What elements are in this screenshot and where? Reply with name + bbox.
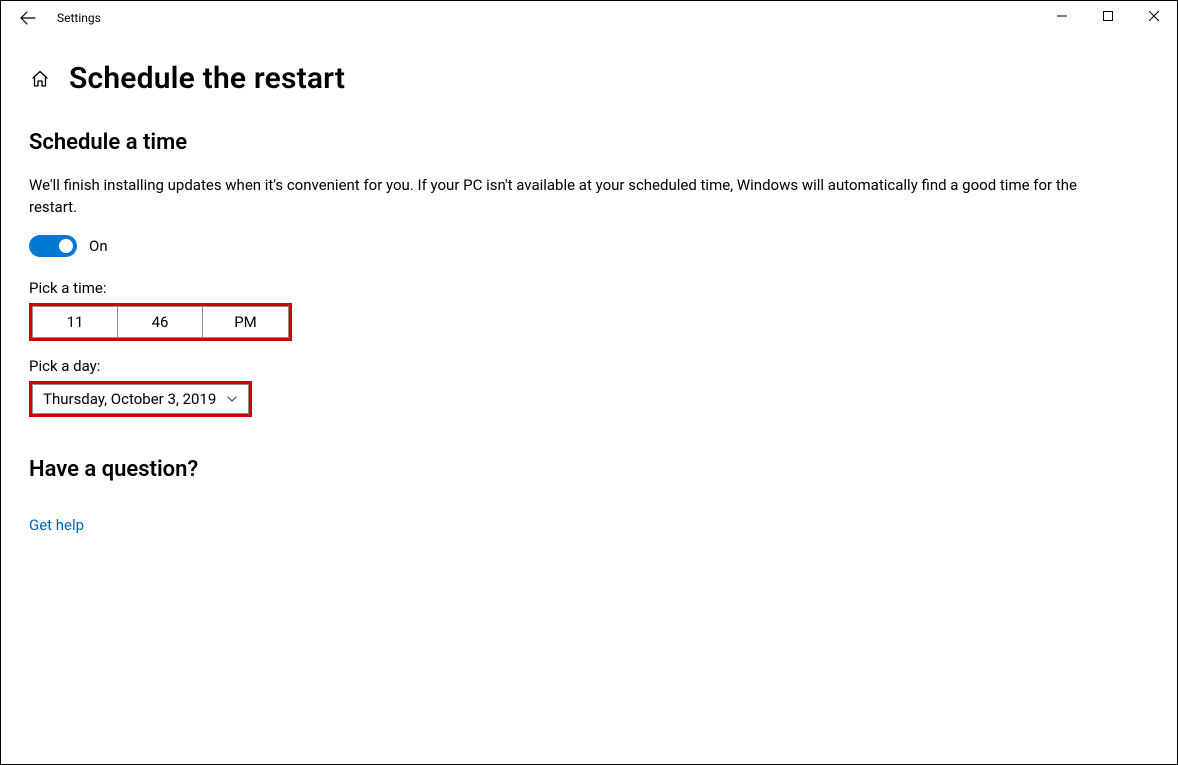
pick-day-label: Pick a day: xyxy=(29,357,1149,375)
time-hour[interactable]: 11 xyxy=(33,307,118,337)
get-help-link[interactable]: Get help xyxy=(29,516,84,534)
minimize-icon xyxy=(1057,11,1067,21)
schedule-toggle-label: On xyxy=(89,237,108,255)
content: Schedule the restart Schedule a time We'… xyxy=(1,35,1177,534)
titlebar: Settings xyxy=(1,1,1177,35)
home-icon[interactable] xyxy=(29,68,51,90)
section-heading-schedule: Schedule a time xyxy=(29,130,1149,155)
maximize-icon xyxy=(1103,11,1113,21)
close-button[interactable] xyxy=(1131,1,1177,31)
time-highlight: 11 46 PM xyxy=(29,303,292,341)
maximize-button[interactable] xyxy=(1085,1,1131,31)
arrow-left-icon xyxy=(20,10,36,26)
page-header: Schedule the restart xyxy=(29,61,1149,96)
window-controls xyxy=(1039,1,1177,31)
minimize-button[interactable] xyxy=(1039,1,1085,31)
day-value: Thursday, October 3, 2019 xyxy=(43,390,216,408)
pick-time-label: Pick a time: xyxy=(29,279,1149,297)
day-highlight: Thursday, October 3, 2019 xyxy=(29,381,252,417)
schedule-description: We'll finish installing updates when it'… xyxy=(29,175,1109,219)
section-heading-help: Have a question? xyxy=(29,457,1149,482)
close-icon xyxy=(1149,11,1159,21)
back-button[interactable] xyxy=(19,9,37,27)
titlebar-left: Settings xyxy=(1,1,101,27)
toggle-knob xyxy=(59,239,73,253)
day-picker[interactable]: Thursday, October 3, 2019 xyxy=(32,384,249,414)
schedule-toggle[interactable] xyxy=(29,235,77,257)
time-period[interactable]: PM xyxy=(203,307,288,337)
chevron-down-icon xyxy=(226,393,238,405)
window-title: Settings xyxy=(57,11,101,25)
page-title: Schedule the restart xyxy=(69,61,345,96)
schedule-toggle-row: On xyxy=(29,235,1149,257)
time-minute[interactable]: 46 xyxy=(118,307,203,337)
time-picker[interactable]: 11 46 PM xyxy=(32,306,289,338)
